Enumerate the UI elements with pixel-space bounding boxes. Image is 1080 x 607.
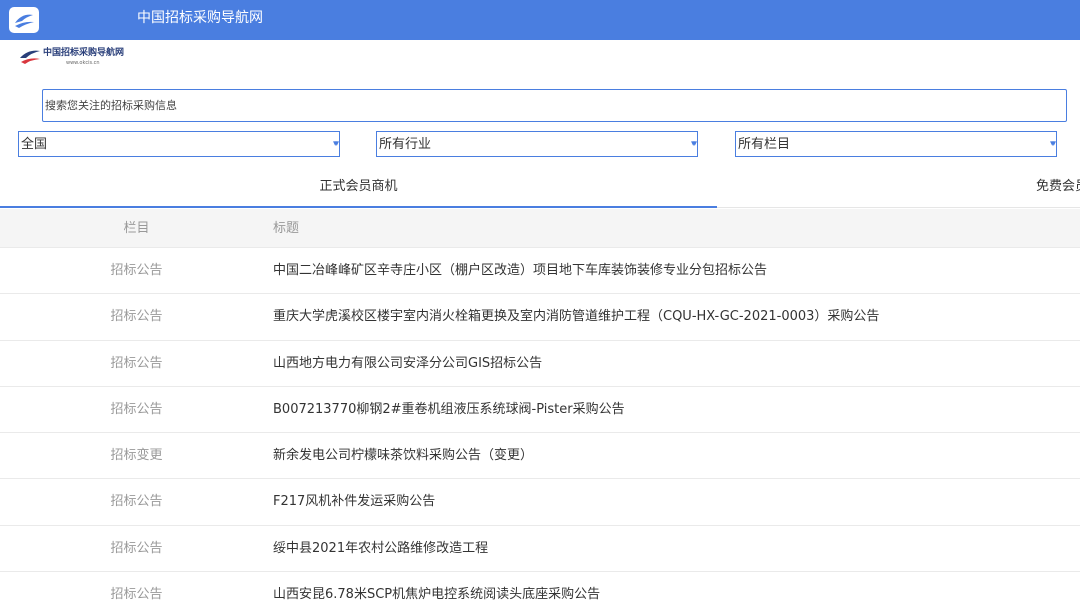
row-title-link[interactable]: 山西安昆6.78米SCP机焦炉电控系统阅读头底座采购公告 [273, 587, 600, 603]
top-bar: 中国招标采购导航网 [0, 0, 1080, 40]
tab-formal-member[interactable]: 正式会员商机 [0, 167, 717, 208]
page-title: 中国招标采购导航网 [137, 10, 263, 26]
row-category: 招标公告 [110, 540, 163, 556]
row-title-link[interactable]: F217风机补件发运采购公告 [273, 494, 435, 510]
logo-text: 中国招标采购导航网 [43, 48, 125, 58]
region-select-value: 全国 [21, 137, 48, 152]
row-category: 招标公告 [110, 263, 163, 278]
column-header-category: 栏目 [123, 221, 150, 236]
table-row[interactable]: 招标公告 中国二冶峰峰矿区辛寺庄小区（棚户区改造）项目地下车库装饰装修专业分包招… [0, 248, 1080, 295]
row-category: 招标公告 [110, 355, 163, 371]
dropdown-arrow-icon: ▾▾ [332, 139, 339, 149]
row-title-link[interactable]: 绥中县2021年农村公路维修改造工程 [273, 541, 488, 557]
app-logo-icon[interactable] [8, 6, 40, 34]
dropdown-arrow-icon: ▾▾ [1049, 139, 1056, 149]
row-title-link[interactable]: 中国二冶峰峰矿区辛寺庄小区（棚户区改造）项目地下车库装饰装修专业分包招标公告 [273, 263, 767, 279]
column-header-title: 标题 [273, 221, 300, 236]
row-category: 招标变更 [110, 448, 163, 464]
search-box[interactable] [42, 89, 1067, 122]
table-header: 栏目 标题 [0, 209, 1080, 248]
column-select-value: 所有栏目 [738, 137, 791, 152]
row-category: 招标公告 [110, 309, 163, 325]
row-title-link[interactable]: 重庆大学虎溪校区楼宇室内消火栓箱更换及室内消防管道维护工程（CQU-HX-GC-… [273, 309, 879, 325]
row-title-link[interactable]: B007213770柳钢2#重卷机组液压系统球阀-Pister采购公告 [273, 402, 625, 418]
dropdown-arrow-icon: ▾▾ [690, 139, 697, 149]
tender-list: 招标公告 中国二冶峰峰矿区辛寺庄小区（棚户区改造）项目地下车库装饰装修专业分包招… [0, 248, 1080, 607]
row-title-link[interactable]: 新余发电公司柠檬味茶饮料采购公告（变更） [273, 448, 533, 464]
logo-mark-icon [20, 50, 40, 64]
table-row[interactable]: 招标公告 重庆大学虎溪校区楼宇室内消火栓箱更换及室内消防管道维护工程（CQU-H… [0, 294, 1080, 341]
industry-select-value: 所有行业 [379, 137, 432, 152]
logo-url: www.okcis.cn [66, 60, 100, 66]
row-title-link[interactable]: 山西地方电力有限公司安泽分公司GIS招标公告 [273, 356, 542, 372]
table-row[interactable]: 招标变更 新余发电公司柠檬味茶饮料采购公告（变更） [0, 433, 1080, 480]
table-row[interactable]: 招标公告 B007213770柳钢2#重卷机组液压系统球阀-Pister采购公告 [0, 387, 1080, 434]
row-category: 招标公告 [110, 494, 163, 510]
table-row[interactable]: 招标公告 山西安昆6.78米SCP机焦炉电控系统阅读头底座采购公告 [0, 572, 1080, 607]
tab-free-member[interactable]: 免费会员 [1036, 167, 1080, 208]
table-row[interactable]: 招标公告 绥中县2021年农村公路维修改造工程 [0, 526, 1080, 573]
table-row[interactable]: 招标公告 山西地方电力有限公司安泽分公司GIS招标公告 [0, 341, 1080, 387]
region-select[interactable]: 全国 ▾▾ [18, 131, 340, 157]
column-select[interactable]: 所有栏目 ▾▾ [735, 131, 1057, 157]
row-category: 招标公告 [110, 401, 163, 417]
search-input[interactable] [43, 90, 1066, 121]
table-row[interactable]: 招标公告 F217风机补件发运采购公告 [0, 479, 1080, 526]
tab-bar: 正式会员商机 免费会员 [0, 167, 1080, 208]
industry-select[interactable]: 所有行业 ▾▾ [376, 131, 698, 157]
row-category: 招标公告 [110, 587, 163, 603]
